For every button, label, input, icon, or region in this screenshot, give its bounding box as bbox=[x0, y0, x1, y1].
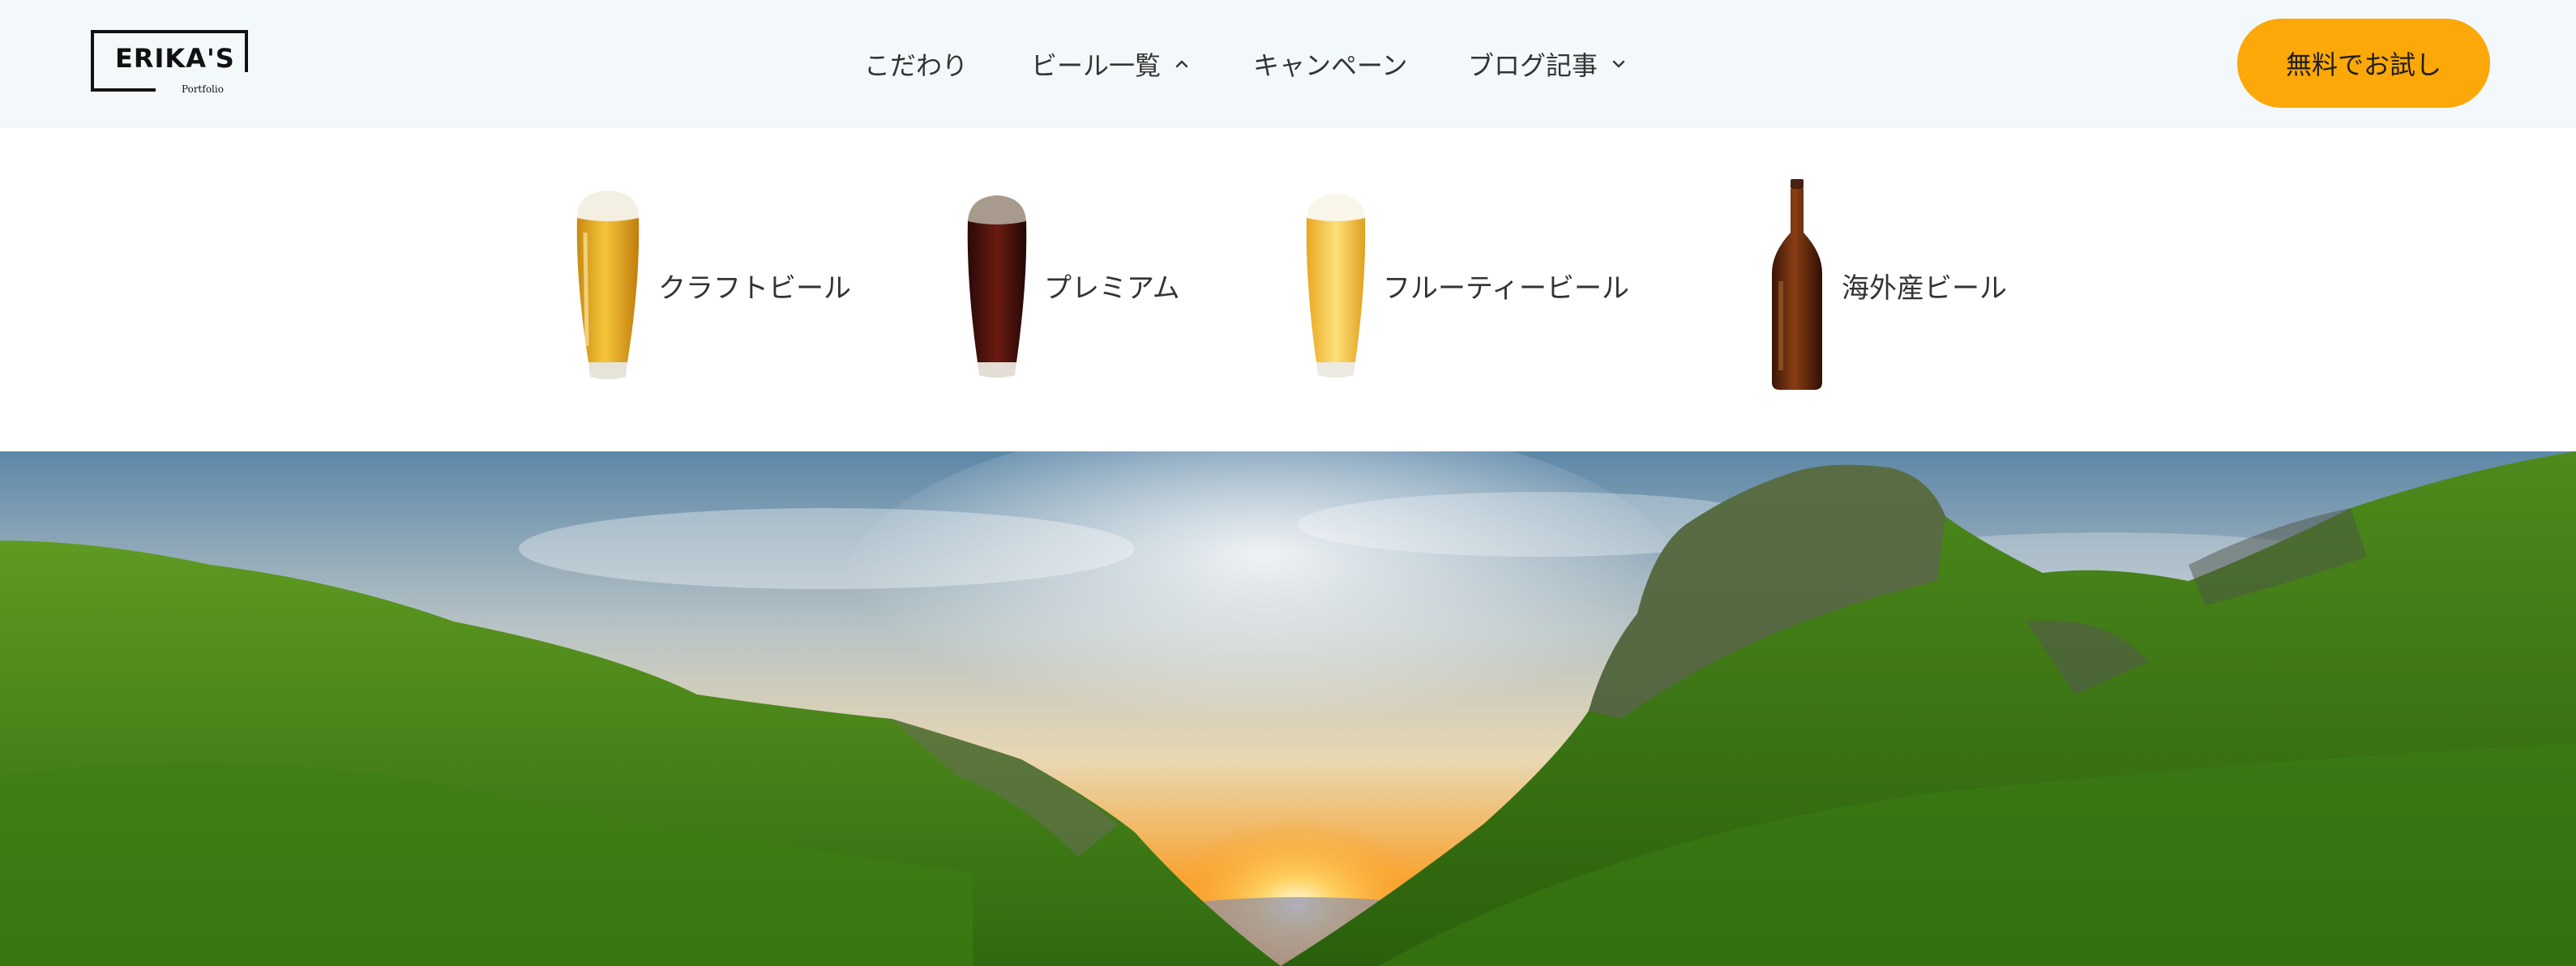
dropdown-item-label: プレミアム bbox=[1044, 271, 1180, 305]
nav-item-campaign[interactable]: キャンペーン bbox=[1253, 45, 1407, 83]
fruity-beer-glass-icon bbox=[1302, 184, 1370, 387]
dropdown-item-craft-beer[interactable]: クラフトビール bbox=[571, 176, 851, 395]
brand-tagline: Portfolio bbox=[182, 83, 224, 95]
logo-frame-edge bbox=[91, 88, 156, 92]
brand-logo[interactable]: ERIKA'S Portfolio bbox=[91, 30, 253, 95]
chevron-down-icon bbox=[1612, 58, 1625, 71]
dropdown-item-label: フルーティービール bbox=[1383, 271, 1629, 305]
hero-landscape-image bbox=[0, 451, 2576, 966]
dropdown-item-imported-beer[interactable]: 海外産ビール bbox=[1765, 176, 2007, 395]
free-trial-button[interactable]: 無料でお試し bbox=[2237, 19, 2490, 108]
logo-frame-edge bbox=[245, 30, 248, 72]
nav-item-label: ビール一覧 bbox=[1031, 50, 1162, 81]
chevron-up-icon bbox=[1175, 58, 1188, 71]
site-header: ERIKA'S Portfolio こだわり ビール一覧 キャンペーン ブログ記… bbox=[0, 0, 2576, 127]
nav-item-label: こだわり bbox=[864, 50, 969, 81]
beer-list-dropdown: クラフトビール プレミアム フルーティービール 海外産ビール bbox=[0, 127, 2576, 451]
craft-beer-glass-icon bbox=[571, 184, 645, 387]
brand-name: ERIKA'S bbox=[115, 43, 235, 74]
dropdown-item-premium[interactable]: プレミアム bbox=[963, 176, 1180, 395]
premium-dark-beer-glass-icon bbox=[963, 184, 1031, 387]
free-trial-label: 無料でお試し bbox=[2285, 49, 2441, 80]
nav-item-blog[interactable]: ブログ記事 bbox=[1468, 45, 1625, 83]
nav-item-label: キャンペーン bbox=[1253, 50, 1408, 81]
nav-item-kodawari[interactable]: こだわり bbox=[864, 45, 968, 83]
dropdown-item-fruity-beer[interactable]: フルーティービール bbox=[1302, 176, 1629, 395]
nav-item-beer-list[interactable]: ビール一覧 bbox=[1031, 45, 1188, 83]
dropdown-item-label: クラフトビール bbox=[658, 271, 851, 305]
nav-item-label: ブログ記事 bbox=[1468, 50, 1598, 81]
dropdown-item-label: 海外産ビール bbox=[1842, 271, 2007, 305]
beer-bottle-icon bbox=[1765, 176, 1829, 395]
